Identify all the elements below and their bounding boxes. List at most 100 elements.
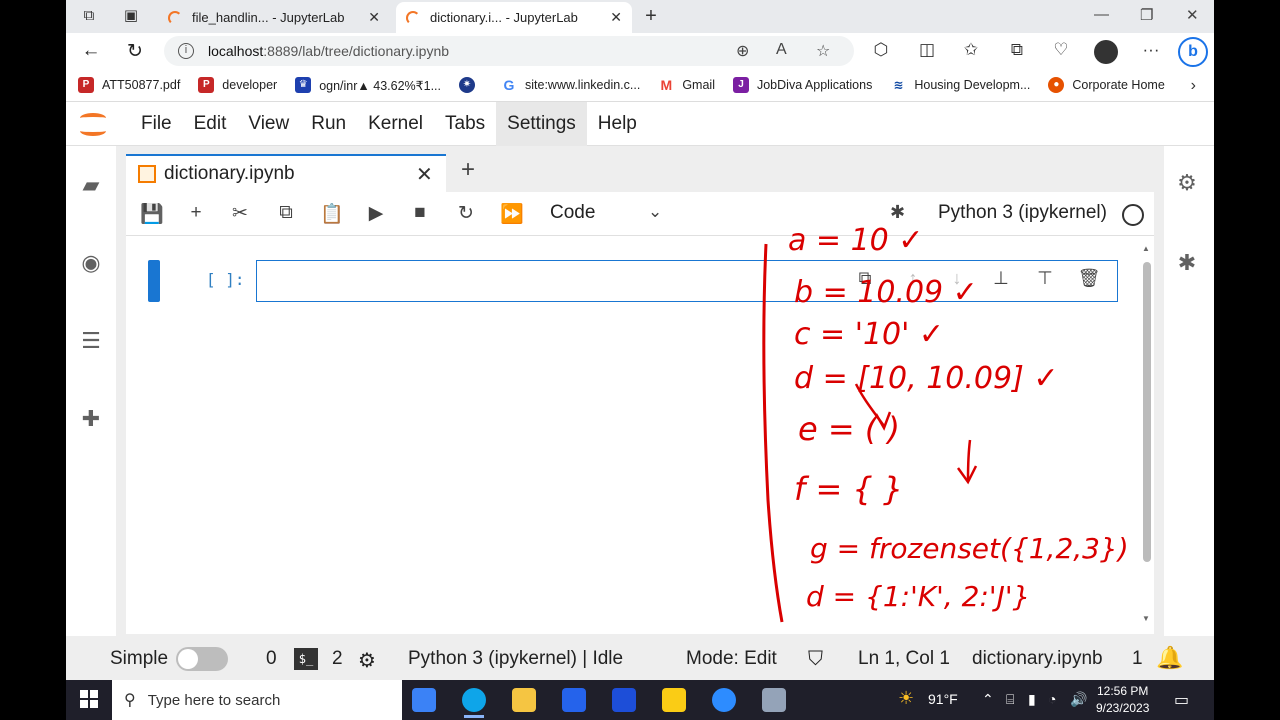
taskbar-clock[interactable]: 12:56 PM 9/23/2023	[1096, 683, 1149, 717]
new-launcher-icon[interactable]: +	[454, 156, 482, 184]
duplicate-cell-icon[interactable]: ⧉	[852, 268, 878, 289]
more-menu-icon[interactable]: ···	[1140, 40, 1162, 60]
browser-tab-dictionary[interactable]: dictionary.i... - JupyterLab ✕	[396, 2, 632, 33]
bookmark-police-badge[interactable]: ✷	[459, 77, 483, 93]
browser-tab-file-handling[interactable]: file_handlin... - JupyterLab ✕	[158, 2, 390, 33]
copy-icon[interactable]: ⧉	[274, 202, 298, 224]
insert-above-icon[interactable]: ⊥	[988, 268, 1014, 289]
menu-kernel[interactable]: Kernel	[357, 102, 434, 146]
tray-chevron-up-icon[interactable]: ⌃	[982, 691, 994, 708]
close-tab-icon[interactable]: ✕	[368, 9, 380, 26]
file-browser-icon[interactable]: ▰	[76, 172, 106, 198]
insert-cell-icon[interactable]: +	[184, 202, 208, 224]
restart-run-all-icon[interactable]: ⏩	[500, 202, 524, 226]
edge-icon[interactable]	[462, 688, 486, 718]
vertical-scrollbar[interactable]: ▲ ▼	[1142, 244, 1152, 624]
weather-temp[interactable]: 91°F	[928, 691, 958, 707]
menu-settings[interactable]: Settings	[496, 101, 587, 146]
network-icon[interactable]: ⌸	[1006, 691, 1014, 708]
site-info-icon[interactable]: i	[178, 43, 194, 59]
split-screen-icon[interactable]: ◫	[916, 40, 938, 60]
zoom-app-icon[interactable]	[712, 688, 736, 712]
bookmark-att50877[interactable]: P ATT50877.pdf	[78, 77, 180, 93]
cell-collapser[interactable]	[148, 260, 160, 302]
menu-help[interactable]: Help	[587, 102, 648, 146]
bug-icon[interactable]: ✱	[890, 202, 905, 223]
sticky-notes-icon[interactable]	[662, 688, 686, 712]
close-tab-icon[interactable]: ✕	[610, 9, 622, 26]
refresh-icon[interactable]: ↻	[124, 40, 146, 63]
scroll-up-icon[interactable]: ▲	[1142, 244, 1150, 253]
bookmark-developer[interactable]: Pdeveloper	[198, 77, 277, 93]
python-app-icon[interactable]	[762, 688, 786, 712]
cut-icon[interactable]: ✂	[228, 202, 252, 225]
debugger-icon[interactable]: ✱	[1172, 250, 1202, 276]
kernel-status-text[interactable]: Python 3 (ipykernel) | Idle	[408, 648, 623, 670]
move-down-icon[interactable]: ↓	[944, 268, 970, 289]
file-explorer-icon[interactable]	[512, 688, 536, 712]
close-icon[interactable]: ✕	[416, 162, 433, 187]
url-input[interactable]: i localhost:8889/lab/tree/dictionary.ipy…	[164, 36, 854, 66]
new-tab-icon[interactable]: +	[642, 6, 660, 26]
bookmark-ogn-inr[interactable]: ♛ ogn/inr▲ 43.62%₹1...	[295, 77, 441, 93]
running-sessions-icon[interactable]: ◉	[76, 250, 106, 276]
bookmark-gmail[interactable]: M Gmail	[658, 77, 715, 93]
bing-copilot-icon[interactable]: b	[1178, 37, 1208, 67]
simple-mode-toggle[interactable]	[176, 647, 228, 671]
extension-manager-icon[interactable]: ✚	[76, 406, 106, 432]
chevron-down-icon[interactable]: ⌄	[648, 202, 662, 222]
bookmark-linkedin-search[interactable]: Gsite:www.linkedin.c...	[501, 77, 640, 93]
cell-type-select[interactable]: Code	[550, 202, 595, 224]
scroll-down-icon[interactable]: ▼	[1142, 614, 1150, 623]
chevron-right-icon[interactable]: ›	[1191, 77, 1196, 95]
profile-avatar[interactable]	[1094, 40, 1118, 64]
mail-icon[interactable]	[612, 688, 636, 712]
store-icon[interactable]	[562, 688, 586, 712]
insert-below-icon[interactable]: ⊤	[1032, 268, 1058, 289]
wifi-icon[interactable]: ◔	[1048, 691, 1056, 707]
terminal-icon[interactable]: $_	[294, 648, 318, 670]
kernel-name[interactable]: Python 3 (ipykernel)	[938, 202, 1107, 224]
volume-icon[interactable]: 🔊	[1070, 691, 1087, 708]
menu-tabs[interactable]: Tabs	[434, 102, 496, 146]
property-inspector-icon[interactable]: ⚙	[1172, 170, 1202, 196]
paste-icon[interactable]: 📋	[320, 202, 344, 226]
scrollbar-thumb[interactable]	[1143, 262, 1151, 562]
notebook-tab[interactable]: dictionary.ipynb ✕	[126, 154, 446, 192]
extensions-icon[interactable]: ⬡	[870, 40, 892, 60]
favorites-icon[interactable]: ✩	[960, 40, 982, 60]
task-view-icon[interactable]	[412, 688, 436, 712]
bell-icon[interactable]: 🔔	[1156, 645, 1183, 671]
stop-icon[interactable]: ■	[408, 202, 432, 224]
workspaces-icon[interactable]: ⧉	[80, 7, 98, 25]
favorite-star-icon[interactable]: ☆	[816, 41, 830, 61]
cursor-position[interactable]: Ln 1, Col 1	[858, 648, 950, 670]
tab-actions-icon[interactable]: ▣	[122, 7, 140, 25]
save-icon[interactable]: 💾	[140, 202, 164, 226]
restore-icon[interactable]: ❐	[1140, 6, 1153, 24]
terminals-count[interactable]: 0	[266, 648, 277, 670]
run-icon[interactable]: ▶	[364, 202, 388, 225]
taskbar-search-input[interactable]: ⚲ Type here to search	[112, 680, 402, 720]
bookmark-corporate-home[interactable]: ● Corporate Home	[1048, 77, 1165, 93]
weather-icon[interactable]: ☀	[898, 688, 914, 709]
back-icon[interactable]: ←	[80, 40, 102, 62]
close-window-icon[interactable]: ✕	[1186, 6, 1199, 24]
collections-icon[interactable]: ⧉	[1006, 40, 1028, 60]
menu-view[interactable]: View	[237, 102, 300, 146]
delete-cell-icon[interactable]: 🗑	[1076, 268, 1102, 289]
performance-icon[interactable]: ♡	[1050, 40, 1072, 60]
windows-start-icon[interactable]	[80, 690, 98, 708]
menu-file[interactable]: File	[130, 102, 183, 146]
restart-icon[interactable]: ↻	[454, 202, 478, 225]
battery-icon[interactable]: ▮	[1028, 691, 1036, 708]
minimize-icon[interactable]: —	[1094, 6, 1109, 23]
bookmark-jobdiva[interactable]: J JobDiva Applications	[732, 77, 872, 93]
zoom-icon[interactable]: ⊕	[736, 41, 749, 61]
read-aloud-icon[interactable]: A	[776, 41, 787, 59]
menu-run[interactable]: Run	[300, 102, 357, 146]
kernel-chip-icon[interactable]: ⚙	[358, 648, 376, 673]
shield-check-icon[interactable]: ⛉	[808, 648, 823, 671]
move-up-icon[interactable]: ↑	[900, 268, 926, 289]
bookmark-housing[interactable]: ≋ Housing Developm...	[890, 77, 1030, 93]
